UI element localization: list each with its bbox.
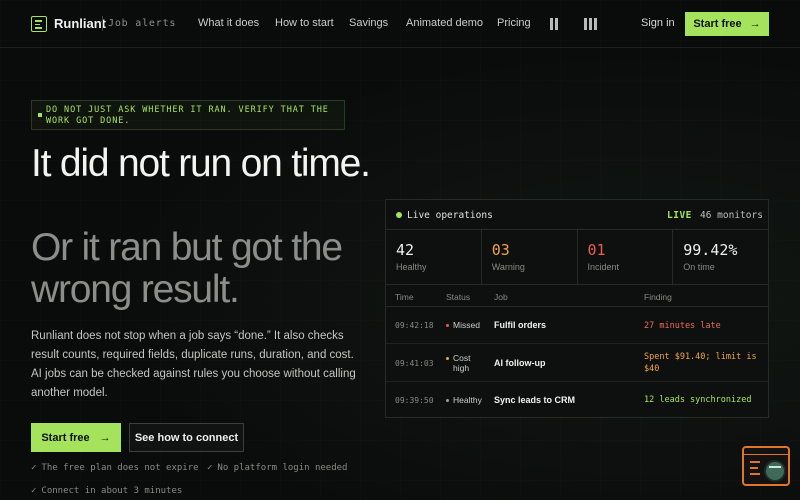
kicker-text: DO NOT JUST ASK WHETHER IT RAN. VERIFY T…: [46, 105, 329, 126]
stat-incident: 01 Incident: [578, 230, 674, 284]
stat-value: 03: [491, 241, 510, 259]
nav-link-savings[interactable]: Savings: [349, 17, 388, 29]
check-label: The free plan does not expire: [41, 463, 199, 473]
row-job: Sync leads to CRM: [494, 395, 576, 405]
panel-title: Live operations: [407, 210, 493, 221]
check-label: No platform login needed: [217, 463, 348, 473]
column-header-job: Job: [494, 292, 508, 302]
start-free-button[interactable]: Start free →: [31, 423, 121, 452]
table-row[interactable]: 09:42:18 Missed Fulfil orders 27 minutes…: [386, 307, 768, 344]
arrow-right-icon: →: [749, 18, 761, 30]
hero-description: Runliant does not stop when a job says “…: [31, 330, 356, 399]
row-finding: 27 minutes late: [644, 321, 721, 331]
check-label: Connect in about 3 minutes: [41, 486, 183, 496]
stat-label: Warning: [491, 262, 525, 272]
row-time: 09:39:50: [395, 396, 434, 405]
stat-on-time: 99.42% On time: [673, 230, 768, 284]
row-status: Healthy: [446, 395, 482, 405]
widget-avatar-mark: [769, 466, 781, 468]
column-header-status: Status: [446, 292, 471, 302]
stat-label: On time: [683, 262, 715, 272]
nav-link-how-to-start[interactable]: How to start: [275, 17, 334, 29]
pause-icon[interactable]: [550, 18, 558, 30]
brand-subtitle: Job alerts: [108, 18, 177, 29]
check-item: ✓ The free plan does not expire: [31, 463, 199, 473]
row-finding: 12 leads synchronized: [644, 395, 752, 405]
nav-link-animated-demo[interactable]: Animated demo: [406, 17, 483, 29]
status-dot-icon: [446, 399, 449, 402]
row-status-label: Healthy: [453, 395, 482, 405]
headline: It did not run on time.: [31, 142, 371, 185]
panel-header: Live operations LIVE 46 monitors: [386, 200, 768, 230]
row-status: Cost high: [446, 353, 486, 373]
row-job: AI follow-up: [494, 358, 546, 368]
chat-widget-icon[interactable]: [742, 446, 790, 486]
check-icon: ✓: [207, 463, 213, 473]
stat-warning: 03 Warning: [482, 230, 578, 284]
row-finding: Spent $91.40; limit is $40: [644, 352, 757, 374]
check-icon: ✓: [31, 463, 37, 473]
stat-healthy: 42 Healthy: [386, 230, 482, 284]
stat-value: 42: [396, 241, 415, 259]
sign-in-link[interactable]: Sign in: [641, 17, 675, 29]
brand-name[interactable]: Runliant: [54, 16, 106, 31]
row-status-label: Cost high: [453, 353, 471, 373]
status-dot-icon: [446, 324, 449, 327]
start-free-label: Start free: [41, 431, 90, 444]
menu-logo-icon[interactable]: [31, 16, 47, 32]
stat-value: 01: [587, 241, 606, 259]
widget-avatar: [764, 460, 786, 482]
row-status: Missed: [446, 320, 480, 330]
stat-value: 99.42%: [683, 241, 738, 259]
start-free-nav-label: Start free: [693, 18, 742, 30]
widget-line: [750, 467, 758, 469]
nav-link-pricing[interactable]: Pricing: [497, 17, 531, 29]
widget-line: [750, 473, 760, 475]
brand-divider: [102, 16, 103, 31]
row-status-label: Missed: [453, 320, 480, 330]
stats-row: 42 Healthy 03 Warning 01 Incident 99.42%…: [386, 230, 768, 285]
widget-titlebar: [744, 448, 788, 455]
start-free-nav-button[interactable]: Start free →: [685, 12, 769, 36]
check-icon: ✓: [31, 486, 37, 496]
stat-label: Incident: [587, 262, 620, 272]
see-how-to-connect-button[interactable]: See how to connect: [129, 423, 244, 452]
row-time: 09:41:03: [395, 359, 434, 368]
column-header-finding: Finding: [644, 292, 672, 302]
column-header-time: Time: [395, 292, 414, 302]
stat-label: Healthy: [396, 262, 427, 272]
live-badge: LIVE: [667, 210, 692, 221]
check-item: ✓ Connect in about 3 minutes: [31, 486, 182, 496]
kicker-dot-icon: [38, 113, 42, 117]
nav-link-what-it-does[interactable]: What it does: [198, 17, 259, 29]
top-nav: Runliant Job alerts What it does How to …: [0, 0, 800, 48]
monitor-count: 46 monitors: [700, 210, 763, 221]
table-row[interactable]: 09:41:03 Cost high AI follow-up Spent $9…: [386, 345, 768, 382]
live-operations-panel: Live operations LIVE 46 monitors 42 Heal…: [385, 199, 769, 418]
bars-icon[interactable]: [584, 18, 597, 30]
live-status-dot-icon: [396, 212, 402, 218]
widget-line: [750, 461, 760, 463]
headline-secondary: Or it ran but got the wrong result.: [31, 226, 343, 311]
arrow-right-icon: →: [99, 431, 111, 444]
kicker-banner: DO NOT JUST ASK WHETHER IT RAN. VERIFY T…: [31, 100, 345, 130]
table-header: Time Status Job Finding: [386, 285, 768, 307]
row-time: 09:42:18: [395, 321, 434, 330]
check-item: ✓ No platform login needed: [207, 463, 347, 473]
table-row[interactable]: 09:39:50 Healthy Sync leads to CRM 12 le…: [386, 382, 768, 419]
row-job: Fulfil orders: [494, 320, 547, 330]
status-dot-icon: [446, 357, 449, 360]
